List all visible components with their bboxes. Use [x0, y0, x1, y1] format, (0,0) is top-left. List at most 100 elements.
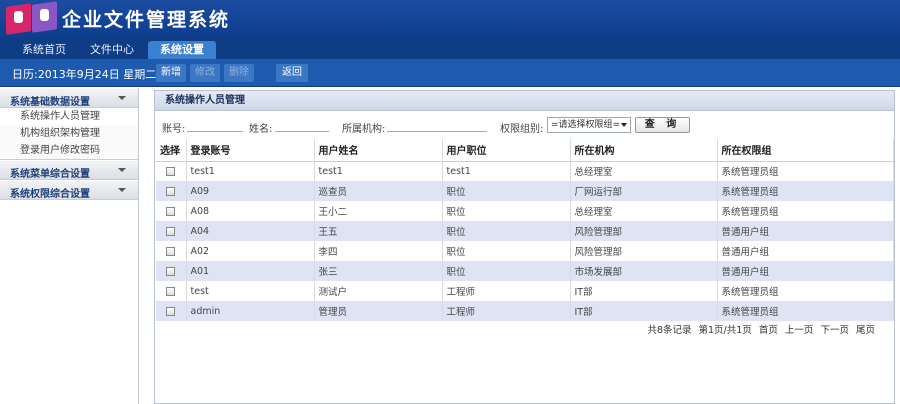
- select-cell: [156, 301, 187, 321]
- app-header: 企业文件管理系统: [0, 0, 900, 37]
- row-checkbox[interactable]: [166, 166, 175, 176]
- tab-system-settings[interactable]: 系统设置: [148, 41, 216, 59]
- position-cell: 工程师: [442, 301, 571, 321]
- table-row[interactable]: A09 巡查员 职位 厂网运行部 系统管理员组: [156, 181, 894, 201]
- sidebar-item-change-password[interactable]: 登录用户修改密码: [0, 142, 138, 159]
- calendar-date: 日历:2013年9月24日 星期二: [12, 68, 157, 81]
- toolbar: 日历:2013年9月24日 星期二 新增 修改 删除 返回: [0, 59, 900, 87]
- sidebar-group-label: 系统基础数据设置: [10, 97, 90, 108]
- row-checkbox[interactable]: [166, 186, 175, 196]
- app-title: 企业文件管理系统: [62, 9, 231, 31]
- pager-first-link[interactable]: 首页: [759, 325, 778, 336]
- pager-total: 共8条记录: [647, 325, 692, 336]
- group-cell: 系统管理员组: [717, 281, 894, 301]
- panel-title: 系统操作人员管理: [155, 91, 894, 111]
- account-cell: A02: [186, 241, 315, 261]
- main-nav: 系统首页 文件中心 系统设置: [0, 37, 900, 59]
- row-checkbox[interactable]: [166, 206, 175, 216]
- search-bar: 账号: 姓名: 所属机构: 权限组别: =请选择权限组= 查 询: [155, 112, 894, 138]
- select-cell: [156, 241, 187, 261]
- position-cell: 工程师: [442, 281, 571, 301]
- col-header-account[interactable]: 登录账号: [186, 139, 315, 162]
- group-cell: 系统管理员组: [717, 201, 894, 221]
- group-cell: 普通用户组: [717, 221, 894, 241]
- col-header-group[interactable]: 所在权限组: [717, 139, 894, 162]
- add-button[interactable]: 新增: [156, 64, 186, 82]
- chevron-down-icon: [118, 96, 126, 100]
- org-cell: 市场发展部: [570, 261, 718, 281]
- account-cell: test: [186, 281, 315, 301]
- table-row[interactable]: A02 李四 职位 风险管理部 普通用户组: [156, 241, 894, 261]
- position-cell: 职位: [442, 181, 571, 201]
- sidebar-group-menu-settings[interactable]: 系统菜单综合设置: [0, 160, 138, 180]
- pager-page: 第1页/共1页: [698, 325, 752, 336]
- row-checkbox[interactable]: [166, 266, 175, 276]
- row-checkbox[interactable]: [166, 226, 175, 236]
- operators-table: 选择 登录账号 用户姓名 用户职位 所在机构 所在权限组 test1 test1 t…: [156, 139, 894, 321]
- select-cell: [156, 181, 187, 201]
- account-input[interactable]: [187, 131, 243, 132]
- tab-home[interactable]: 系统首页: [14, 41, 74, 59]
- app-logo-icon: [6, 1, 58, 35]
- group-cell: 普通用户组: [717, 261, 894, 281]
- table-header-row: 选择 登录账号 用户姓名 用户职位 所在机构 所在权限组: [156, 139, 894, 162]
- query-button[interactable]: 查 询: [635, 117, 690, 133]
- chevron-down-icon: [118, 188, 126, 192]
- pager-next-link[interactable]: 下一页: [820, 325, 849, 336]
- sidebar-group-basic-data[interactable]: 系统基础数据设置: [0, 88, 138, 108]
- username-cell: 王小二: [314, 201, 443, 221]
- select-cell: [156, 201, 187, 221]
- org-cell: IT部: [570, 281, 718, 301]
- org-cell: IT部: [570, 301, 718, 321]
- group-select-value: =请选择权限组=: [551, 120, 621, 130]
- account-cell: A08: [186, 201, 315, 221]
- group-cell: 系统管理员组: [717, 181, 894, 201]
- table-row[interactable]: test1 test1 test1 总经理室 系统管理员组: [156, 161, 894, 181]
- org-cell: 风险管理部: [570, 241, 718, 261]
- pager-last-link[interactable]: 尾页: [856, 325, 875, 336]
- org-input[interactable]: [387, 131, 487, 132]
- name-label: 姓名:: [249, 124, 273, 135]
- edit-button[interactable]: 修改: [190, 64, 220, 82]
- back-button[interactable]: 返回: [276, 64, 308, 82]
- username-cell: 王五: [314, 221, 443, 241]
- table-row[interactable]: A04 王五 职位 风险管理部 普通用户组: [156, 221, 894, 241]
- account-cell: test1: [186, 161, 315, 181]
- username-cell: test1: [314, 161, 443, 181]
- name-input[interactable]: [275, 131, 329, 132]
- row-checkbox[interactable]: [166, 246, 175, 256]
- content-panel: 系统操作人员管理 账号: 姓名: 所属机构: 权限组别: =请选择权限组= 查 …: [154, 90, 895, 404]
- row-checkbox[interactable]: [166, 306, 175, 316]
- table-row[interactable]: A01 张三 职位 市场发展部 普通用户组: [156, 261, 894, 281]
- group-cell: 系统管理员组: [717, 301, 894, 321]
- username-cell: 张三: [314, 261, 443, 281]
- select-cell: [156, 161, 187, 181]
- row-checkbox[interactable]: [166, 286, 175, 296]
- group-label: 权限组别:: [500, 124, 544, 135]
- sidebar-item-operators[interactable]: 系统操作人员管理: [0, 108, 138, 125]
- group-select[interactable]: =请选择权限组=: [547, 117, 631, 133]
- username-cell: 管理员: [314, 301, 443, 321]
- sidebar-item-org-structure[interactable]: 机构组织架构管理: [0, 125, 138, 142]
- select-cell: [156, 261, 187, 281]
- org-cell: 总经理室: [570, 161, 718, 181]
- col-header-position[interactable]: 用户职位: [442, 139, 571, 162]
- col-header-select: 选择: [156, 139, 187, 162]
- pager-prev-link[interactable]: 上一页: [785, 325, 814, 336]
- sidebar-group-permission-settings[interactable]: 系统权限综合设置: [0, 180, 138, 200]
- col-header-username[interactable]: 用户姓名: [314, 139, 443, 162]
- sidebar: 系统基础数据设置 系统操作人员管理 机构组织架构管理 登录用户修改密码 系统菜单…: [0, 88, 139, 404]
- tab-file-center[interactable]: 文件中心: [82, 41, 142, 59]
- org-cell: 风险管理部: [570, 221, 718, 241]
- org-cell: 总经理室: [570, 201, 718, 221]
- table-row[interactable]: admin 管理员 工程师 IT部 系统管理员组: [156, 301, 894, 321]
- account-label: 账号:: [162, 124, 186, 135]
- org-label: 所属机构:: [342, 124, 386, 135]
- delete-button[interactable]: 删除: [224, 64, 254, 82]
- table-row[interactable]: A08 王小二 职位 总经理室 系统管理员组: [156, 201, 894, 221]
- table-row[interactable]: test 测试户 工程师 IT部 系统管理员组: [156, 281, 894, 301]
- col-header-org[interactable]: 所在机构: [570, 139, 718, 162]
- account-cell: A01: [186, 261, 315, 281]
- group-cell: 系统管理员组: [717, 161, 894, 181]
- org-cell: 厂网运行部: [570, 181, 718, 201]
